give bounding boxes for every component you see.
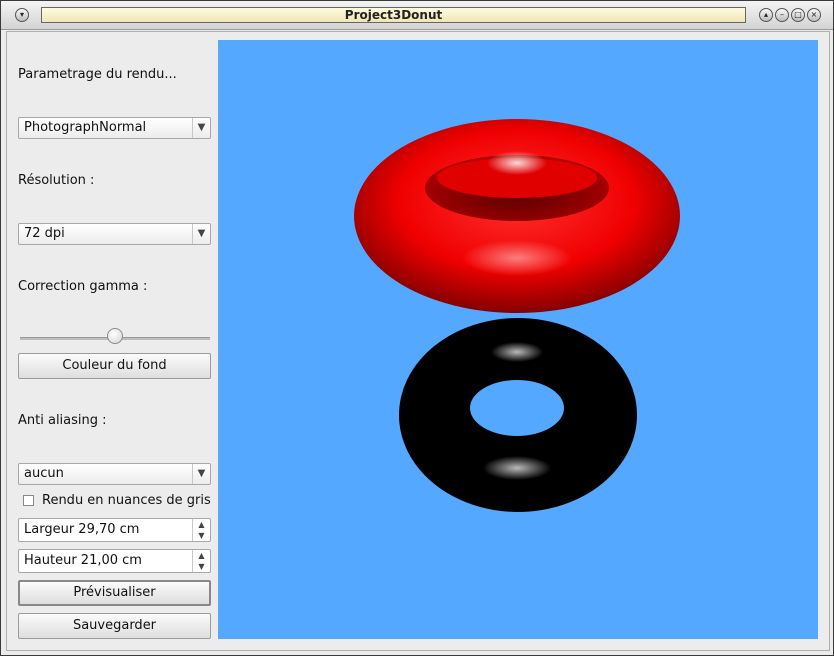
antialias-label: Anti aliasing : (18, 413, 107, 428)
render-mode-select[interactable]: PhotographNormal ▼ (18, 117, 211, 139)
resolution-value: 72 dpi (24, 226, 65, 241)
red-donut (354, 119, 680, 313)
shade-icon[interactable]: ▴ (759, 8, 773, 22)
close-icon[interactable]: × (807, 8, 821, 22)
window-menu-icon[interactable]: ▾ (15, 8, 29, 22)
minimize-icon[interactable]: – (775, 8, 789, 22)
app-window: ▾ Project3Donut ▴ – □ × Parametrage du r… (0, 0, 834, 656)
spin-down-icon[interactable]: ▼ (192, 561, 210, 572)
window-title: Project3Donut (41, 7, 746, 23)
spin-up-icon[interactable]: ▲ (192, 550, 210, 561)
resolution-select[interactable]: 72 dpi ▼ (18, 223, 211, 245)
save-button[interactable]: Sauvegarder (18, 613, 211, 639)
width-spinbox[interactable]: Largeur 29,70 cm ▲ ▼ (18, 518, 211, 542)
gamma-slider-handle[interactable] (107, 328, 123, 344)
chevron-down-icon: ▼ (192, 118, 210, 138)
maximize-icon[interactable]: □ (791, 8, 805, 22)
antialias-value: aucun (24, 466, 64, 481)
grayscale-label: Rendu en nuances de gris (42, 493, 211, 508)
chevron-down-icon: ▼ (192, 224, 210, 244)
gamma-label: Correction gamma : (18, 279, 148, 294)
width-value: Largeur 29,70 cm (24, 522, 140, 537)
antialias-select[interactable]: aucun ▼ (18, 463, 211, 485)
grayscale-checkbox[interactable] (23, 495, 34, 506)
black-donut (399, 318, 637, 512)
chevron-down-icon: ▼ (192, 464, 210, 484)
render-image (354, 119, 680, 512)
render-mode-value: PhotographNormal (24, 120, 147, 135)
background-color-button[interactable]: Couleur du fond (18, 353, 211, 379)
render-preview (218, 40, 818, 639)
resolution-label: Résolution : (18, 173, 95, 188)
preview-button[interactable]: Prévisualiser (18, 580, 211, 606)
height-value: Hauteur 21,00 cm (24, 553, 142, 568)
height-spinbox[interactable]: Hauteur 21,00 cm ▲ ▼ (18, 549, 211, 573)
spin-down-icon[interactable]: ▼ (192, 530, 210, 541)
title-bar: ▾ Project3Donut ▴ – □ × (1, 1, 833, 30)
render-settings-label: Parametrage du rendu... (18, 67, 177, 82)
spin-up-icon[interactable]: ▲ (192, 519, 210, 530)
